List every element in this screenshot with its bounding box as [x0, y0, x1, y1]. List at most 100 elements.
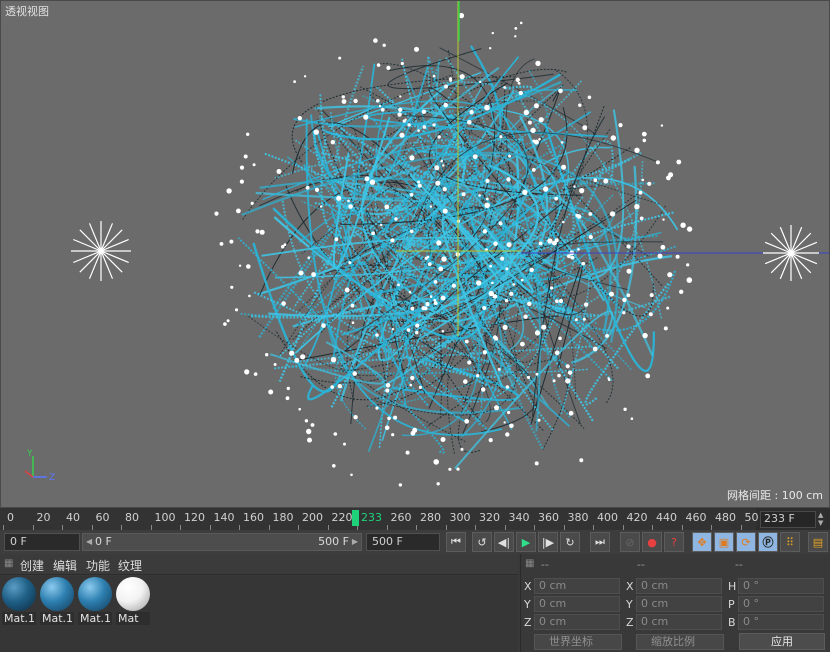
prev-frame-button[interactable]: ◀|	[494, 532, 514, 552]
particle	[433, 298, 437, 302]
rotation-h-field[interactable]: 0 °	[738, 578, 824, 594]
menu-function[interactable]: 功能	[86, 557, 110, 574]
timeline-tick-label: 300	[449, 511, 471, 524]
size-x-field[interactable]: 0 cm	[636, 578, 722, 594]
particle	[298, 270, 304, 276]
particle	[385, 383, 391, 388]
playhead[interactable]	[352, 510, 359, 526]
particle	[489, 47, 492, 50]
particle	[647, 181, 652, 186]
scale-mode-dropdown[interactable]: 缩放比例	[636, 634, 724, 650]
particle	[410, 430, 416, 436]
frame-spinner[interactable]: ▲ ▼	[818, 511, 828, 528]
particle	[341, 95, 345, 99]
particle	[399, 95, 402, 98]
menu-texture[interactable]: 纹理	[118, 557, 142, 574]
particle	[610, 135, 616, 141]
position-z-field[interactable]: 0 cm	[534, 614, 620, 630]
particle	[310, 423, 315, 427]
range-right-arrow[interactable]: ▶	[352, 534, 358, 550]
particle	[307, 256, 311, 259]
particle	[550, 286, 554, 290]
next-key-button[interactable]: ↻	[560, 532, 580, 552]
particle	[552, 379, 556, 383]
particle	[410, 306, 415, 311]
particle	[508, 154, 511, 158]
material-label: Mat	[116, 612, 150, 625]
size-z-field[interactable]: 0 cm	[636, 614, 722, 630]
coord-axis-label: Y	[524, 598, 531, 611]
particle	[587, 95, 592, 100]
current-frame-field[interactable]: 233 F	[760, 511, 816, 528]
move-icon: ✥	[697, 535, 707, 549]
light-left-ray	[79, 250, 102, 273]
particle	[415, 330, 419, 335]
material-swatch[interactable]: Mat	[116, 577, 150, 625]
rotate-key-button[interactable]: ⟳	[736, 532, 756, 552]
particle	[444, 84, 448, 89]
position-x-field[interactable]: 0 cm	[534, 578, 620, 594]
perspective-viewport[interactable]: 透视视图 网格间距 : 100 cm Y Z	[0, 0, 830, 508]
coordinate-mode-dropdown[interactable]: 世界坐标	[534, 634, 622, 650]
move-key-button[interactable]: ✥	[692, 532, 712, 552]
particle	[350, 303, 355, 308]
range-end-label: 500 F	[318, 535, 349, 548]
apply-button[interactable]: 应用	[739, 633, 825, 650]
particle	[558, 298, 564, 304]
scale-key-button[interactable]: ▣	[714, 532, 734, 552]
particle	[243, 154, 248, 159]
goto-end-button[interactable]: ⏭	[590, 532, 610, 552]
particle	[555, 299, 559, 304]
particle	[523, 314, 528, 319]
particle	[407, 123, 411, 127]
start-frame-field[interactable]: 0 F	[4, 533, 80, 551]
material-swatch[interactable]: Mat.1	[2, 577, 36, 625]
rotation-b-field[interactable]: 0 °	[738, 614, 824, 630]
particle	[425, 302, 430, 307]
goto-start-button[interactable]: ⏮	[446, 532, 466, 552]
particle	[451, 283, 456, 288]
end-frame-field[interactable]: 500 F	[366, 533, 440, 551]
timeline[interactable]: 0 20 40 60 80 100 120 140 160 180 200 220 233 260 280 3…	[0, 508, 830, 530]
particle	[376, 63, 381, 67]
panel-grip-icon[interactable]: ▦	[4, 558, 13, 569]
axis-z-label: Z	[49, 473, 56, 483]
particle	[252, 163, 256, 167]
particle	[533, 103, 539, 109]
material-swatch[interactable]: Mat.1	[78, 577, 112, 625]
particle	[567, 370, 573, 375]
timeline-tick-label: 400	[597, 511, 618, 524]
size-y-field[interactable]: 0 cm	[636, 596, 722, 612]
play-button[interactable]: ▶	[516, 532, 536, 552]
particle	[408, 290, 412, 294]
particle	[488, 290, 494, 297]
particle	[489, 264, 492, 268]
particle	[351, 321, 355, 325]
menu-create[interactable]: 创建	[20, 557, 44, 574]
menu-edit[interactable]: 编辑	[53, 557, 77, 574]
material-label: Mat.1	[2, 612, 36, 625]
frame-range-slider[interactable]: ◀ 0 F 500 F ▶	[82, 533, 362, 551]
particle	[343, 442, 346, 446]
position-y-field[interactable]: 0 cm	[534, 596, 620, 612]
param-key-button[interactable]: Ⓟ	[758, 532, 778, 552]
timeline-window-button[interactable]: ▤	[808, 532, 828, 552]
record-disabled-button[interactable]: ⊘	[620, 532, 640, 552]
rotation-p-field[interactable]: 0 °	[738, 596, 824, 612]
material-swatch[interactable]: Mat.1	[40, 577, 74, 625]
timeline-ruler[interactable]: 0 20 40 60 80 100 120 140 160 180 200 220 233 260 280 3…	[0, 508, 759, 530]
point-key-button[interactable]: ⠿	[780, 532, 800, 552]
particle	[246, 132, 250, 136]
next-frame-button[interactable]: |▶	[538, 532, 558, 552]
record-button[interactable]: ●	[642, 532, 662, 552]
particle	[321, 323, 326, 328]
panel-grip-icon[interactable]: ▦	[525, 558, 534, 569]
particle	[675, 254, 680, 259]
particle	[414, 46, 419, 52]
range-left-arrow[interactable]: ◀	[86, 534, 92, 550]
prev-key-button[interactable]: ↺	[472, 532, 492, 552]
particle	[561, 164, 567, 170]
light-right-ray	[770, 252, 792, 274]
particle	[332, 464, 336, 468]
autokey-button[interactable]: ?	[664, 532, 684, 552]
